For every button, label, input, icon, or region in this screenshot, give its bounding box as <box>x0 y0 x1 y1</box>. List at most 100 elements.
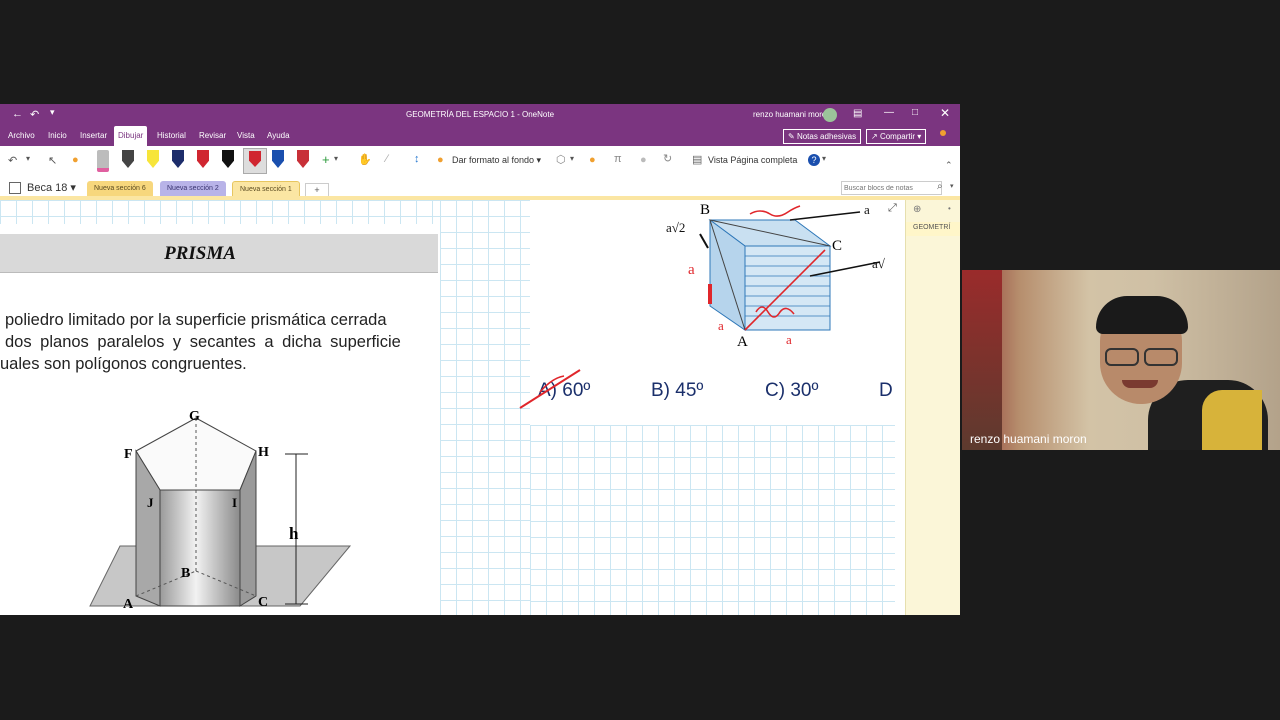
share-button[interactable]: ↗ Compartir ▾ <box>866 129 927 144</box>
ink-a-left: a <box>688 262 695 278</box>
page-entry-title: GEOMETRÍ <box>913 224 951 231</box>
tab-insertar[interactable]: Insertar <box>76 126 111 146</box>
label-f: F <box>124 447 133 462</box>
pasted-image[interactable]: PRISMA poliedro limitado por la superfic… <box>0 224 440 615</box>
definition-line-3: uales son polígonos congruentes. <box>0 355 247 373</box>
tab-archivo[interactable]: Archivo <box>4 126 39 146</box>
draw-ribbon: ↶ ▾ ↖ ● + ▾ ✋ ∕ ↕ ● Dar formato al fondo… <box>0 146 960 177</box>
tab-section-1[interactable]: Nueva sección 1 <box>232 181 300 197</box>
tab-inicio[interactable]: Inicio <box>44 126 71 146</box>
tab-revisar[interactable]: Revisar <box>195 126 230 146</box>
option-d: D <box>879 380 893 401</box>
ink-to-math-icon[interactable]: π <box>614 153 622 165</box>
glasses-left <box>1105 348 1139 366</box>
notebook-name: Beca 18 <box>27 182 68 194</box>
undo-icon[interactable]: ↶ <box>8 154 17 167</box>
label-a: A <box>123 597 134 612</box>
select-pointer-icon[interactable]: ↖ <box>48 154 57 167</box>
shapes-icon[interactable]: ⬡ <box>556 153 566 166</box>
minimize-icon[interactable]: — <box>884 107 894 118</box>
definition-line-2: dos planos paralelos y secantes a dicha … <box>5 333 401 351</box>
shapes-dropdown-icon[interactable]: ▾ <box>570 154 574 163</box>
onenote-window: ← ↶ ▾ GEOMETRÍA DEL ESPACIO 1 - OneNote … <box>0 104 960 615</box>
label-c: C <box>258 595 269 610</box>
add-section-button[interactable]: + <box>305 183 329 197</box>
sticky-notes-button[interactable]: ✎ Notas adhesivas <box>783 129 862 144</box>
ink-a-top-right: a <box>864 202 870 217</box>
cube-label-b: B <box>700 202 711 218</box>
share-label: Compartir <box>879 132 916 141</box>
label-h-height: h <box>289 524 299 543</box>
tab-ayuda[interactable]: Ayuda <box>263 126 294 146</box>
video-tile[interactable]: renzo huamani moron <box>962 270 1280 450</box>
full-page-icon[interactable]: ▤ <box>692 153 702 166</box>
help-dropdown-icon[interactable]: ▾ <box>822 154 826 163</box>
ink-arrow-top <box>789 211 861 221</box>
notebook-selector[interactable]: Beca 18 ▾ <box>27 181 76 194</box>
pen-black-icon[interactable] <box>122 150 134 168</box>
person-hair <box>1096 296 1188 334</box>
add-page-icon[interactable]: ⊕ <box>913 204 921 215</box>
format-dot-icon: ● <box>437 154 444 166</box>
notebook-icon[interactable] <box>9 182 21 194</box>
ink-a-bottom-left: a <box>718 318 724 333</box>
pen-blue-icon[interactable] <box>272 150 284 168</box>
ink-arrow-left <box>699 233 709 249</box>
ruler-icon[interactable]: ∕ <box>386 153 388 165</box>
notification-dot <box>940 130 946 136</box>
replay-icon[interactable]: ↻ <box>663 152 672 165</box>
eraser-icon[interactable] <box>97 150 109 172</box>
pen-red-icon[interactable] <box>197 150 209 168</box>
pen-red-active-icon <box>249 151 261 167</box>
glasses-right <box>1144 348 1178 366</box>
menu-bar: Archivo Inicio Insertar Dibujar Historia… <box>0 126 960 146</box>
pen-black-2-icon[interactable] <box>222 150 234 168</box>
search-input[interactable] <box>841 181 942 195</box>
page-entry[interactable]: GEOMETRÍ <box>906 222 960 236</box>
format-background-button[interactable]: Dar formato al fondo ▾ <box>452 155 541 166</box>
close-icon[interactable]: ✕ <box>940 106 950 120</box>
tab-dibujar[interactable]: Dibujar <box>114 126 148 146</box>
user-avatar[interactable] <box>823 108 837 122</box>
tab-vista[interactable]: Vista <box>233 126 259 146</box>
ink-a-root-right: a√ <box>872 256 886 271</box>
option-c: C) 30º <box>765 380 819 401</box>
sticky-notes-label: Notas adhesivas <box>796 132 857 141</box>
insert-space-icon[interactable]: ↕ <box>414 153 420 165</box>
hand-pan-icon[interactable]: ✋ <box>358 153 372 166</box>
pen-crimson-icon[interactable] <box>297 150 309 168</box>
add-pen-dropdown-icon[interactable]: ▾ <box>334 154 338 163</box>
highlighter-yellow-icon[interactable] <box>147 150 159 168</box>
tab-section-2[interactable]: Nueva sección 2 <box>160 181 226 196</box>
video-wall-left <box>962 270 1002 450</box>
page-canvas[interactable]: PRISMA poliedro limitado por la superfic… <box>0 200 905 615</box>
expand-icon[interactable]: ⤢ <box>888 202 897 215</box>
search-icon[interactable]: ⌕ <box>937 181 943 192</box>
front-face <box>159 489 241 607</box>
cube-label-c: C <box>832 238 843 254</box>
format-background-label: Dar formato al fondo <box>452 155 535 165</box>
ink-strike-option-a <box>519 369 581 409</box>
tab-section-6[interactable]: Nueva sección 6 <box>87 181 153 196</box>
undo-dropdown-icon[interactable]: ▾ <box>26 154 30 163</box>
full-page-view-button[interactable]: Vista Página completa <box>708 155 797 165</box>
prism-figure <box>89 417 352 607</box>
page-heading: PRISMA <box>164 243 236 264</box>
pen-navy-icon[interactable] <box>172 150 184 168</box>
lasso-icon[interactable]: ● <box>72 154 79 166</box>
help-icon[interactable]: ? <box>808 154 820 166</box>
heading-banner: PRISMA <box>0 234 438 273</box>
person-smile <box>1122 380 1158 388</box>
collapse-ribbon-icon[interactable]: ⌃ <box>945 160 953 171</box>
person-jacket-stripe <box>1202 390 1262 450</box>
maximize-icon[interactable]: □ <box>912 107 918 118</box>
user-name[interactable]: renzo huamani moron <box>753 104 831 126</box>
ribbon-display-icon[interactable]: ▤ <box>853 108 862 119</box>
participant-name: renzo huamani moron <box>970 432 1087 446</box>
label-g: G <box>189 409 200 424</box>
pen-red-selected[interactable] <box>243 148 267 174</box>
tab-historial[interactable]: Historial <box>153 126 190 146</box>
ink-a-bottom: a <box>786 332 792 347</box>
search-scope-icon[interactable]: ▾ <box>950 182 954 190</box>
add-pen-icon[interactable]: + <box>322 152 330 167</box>
